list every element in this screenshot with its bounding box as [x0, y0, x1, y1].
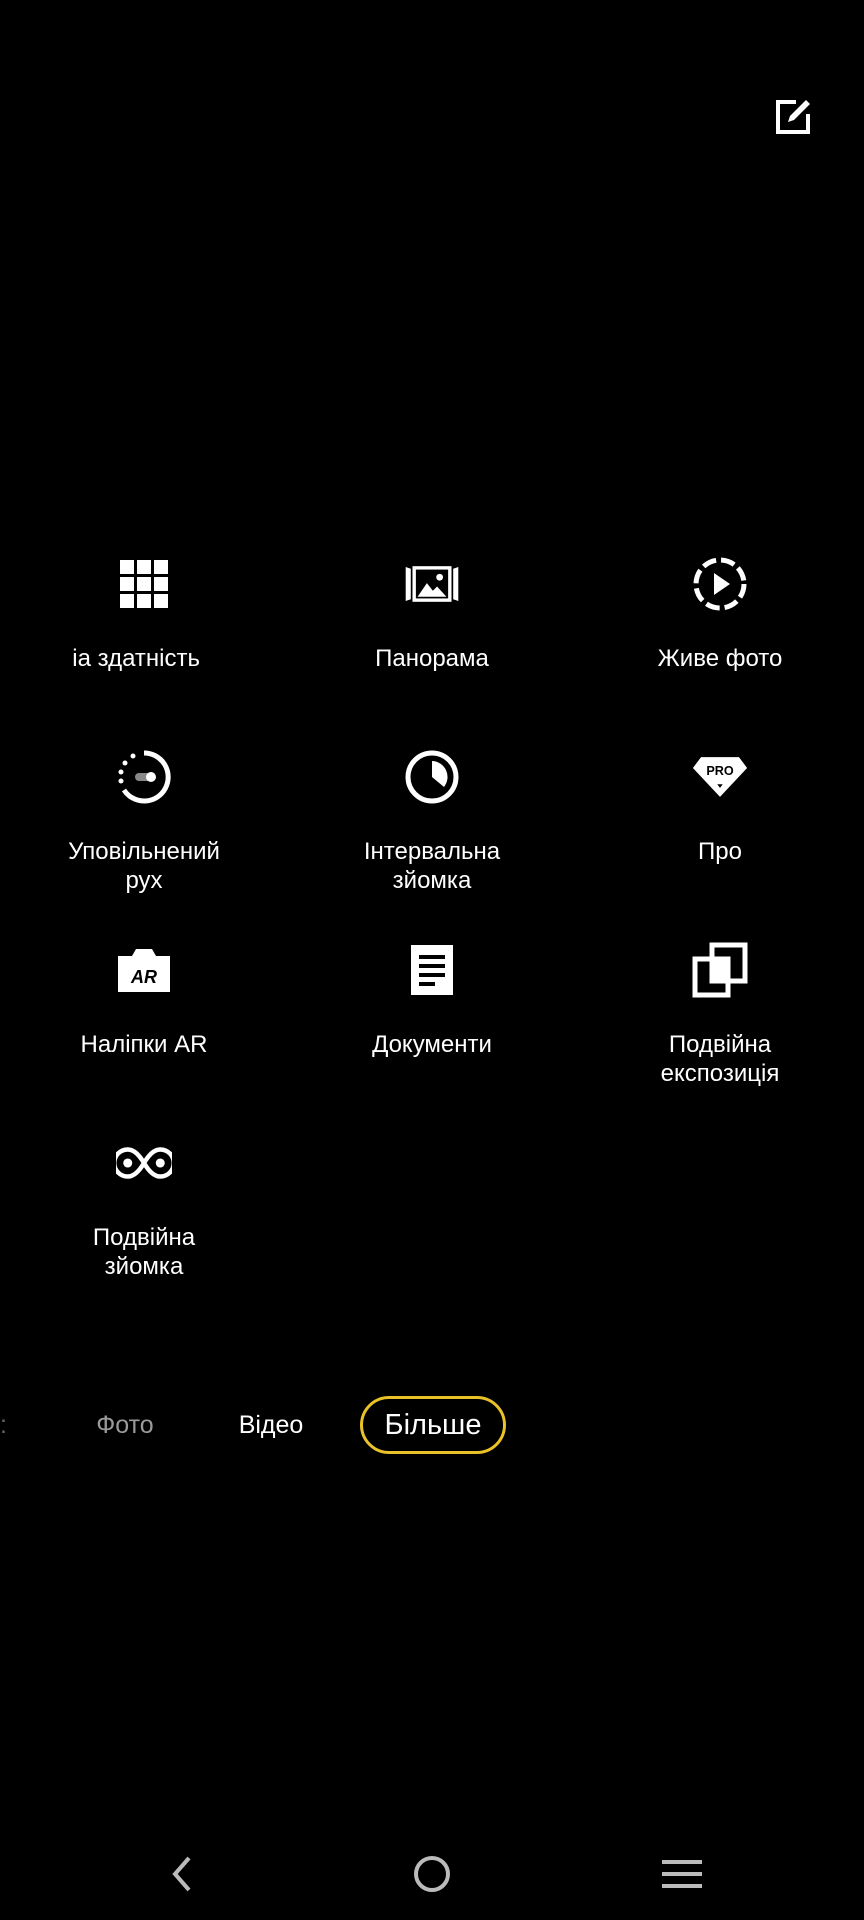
edit-icon	[774, 98, 812, 141]
tab-video[interactable]: Відео	[225, 1396, 317, 1454]
mode-tile-ar-stickers[interactable]: AR Наліпки AR	[0, 942, 288, 1122]
system-nav-bar	[0, 1836, 864, 1916]
tab-more[interactable]: Більше	[360, 1396, 506, 1454]
svg-text:PRO: PRO	[706, 764, 734, 778]
home-button[interactable]	[392, 1836, 472, 1916]
mode-label: Документи	[372, 1031, 492, 1058]
mode-row: AR Наліпки AR Документи Подвійна експози…	[0, 942, 864, 1135]
mode-tile-high-resolution[interactable]: ia здатність	[0, 556, 288, 736]
edit-button[interactable]	[770, 96, 816, 142]
live-photo-icon	[692, 556, 748, 612]
back-button[interactable]	[142, 1836, 222, 1916]
mode-label: Уповільнений рух	[68, 838, 220, 894]
double-exposure-icon	[692, 942, 748, 998]
mode-tile-dual-view[interactable]: Подвійна зйомка	[0, 1135, 288, 1315]
mode-row: ia здатність Панорама Живе фото	[0, 556, 864, 749]
svg-text:AR: AR	[130, 967, 157, 987]
ar-stickers-icon: AR	[116, 942, 172, 998]
mode-label: Наліпки AR	[80, 1031, 208, 1058]
recents-button[interactable]	[642, 1836, 722, 1916]
mode-label: Про	[698, 838, 742, 865]
mode-label: Подвійна зйомка	[92, 1224, 196, 1280]
mode-grid: ia здатність Панорама Живе фото Уповільн…	[0, 556, 864, 1328]
mode-tile-pro[interactable]: PRO Про	[576, 749, 864, 929]
tab-offscreen[interactable]: :	[0, 1396, 7, 1454]
mode-label: Панорама	[375, 645, 489, 672]
mode-tile-panorama[interactable]: Панорама	[288, 556, 576, 736]
mode-label: Живе фото	[657, 645, 783, 672]
menu-icon	[662, 1858, 702, 1895]
mode-label: Інтервальна зйомка	[363, 838, 501, 894]
panorama-icon	[404, 556, 460, 612]
timelapse-icon	[404, 749, 460, 805]
dual-view-icon	[116, 1135, 172, 1191]
mode-row: Уповільнений рух Інтервальна зйомка PRO …	[0, 749, 864, 942]
document-icon	[404, 942, 460, 998]
slow-motion-icon	[116, 749, 172, 805]
mode-tile-double-exposure[interactable]: Подвійна експозиція	[576, 942, 864, 1122]
mode-tab-bar: : Фото Відео Більше	[0, 1396, 864, 1454]
back-icon	[167, 1854, 197, 1899]
mode-tile-slow-motion[interactable]: Уповільнений рух	[0, 749, 288, 929]
home-icon	[412, 1854, 452, 1899]
mode-tile-timelapse[interactable]: Інтервальна зйомка	[288, 749, 576, 929]
mode-label: Подвійна експозиція	[660, 1031, 780, 1087]
mode-label: ia здатність	[72, 645, 200, 672]
mode-tile-live-photo[interactable]: Живе фото	[576, 556, 864, 736]
mode-tile-documents[interactable]: Документи	[288, 942, 576, 1122]
tab-photo[interactable]: Фото	[80, 1396, 170, 1454]
pro-icon: PRO	[692, 749, 748, 805]
grid-icon	[116, 556, 172, 612]
mode-row: Подвійна зйомка	[0, 1135, 864, 1328]
